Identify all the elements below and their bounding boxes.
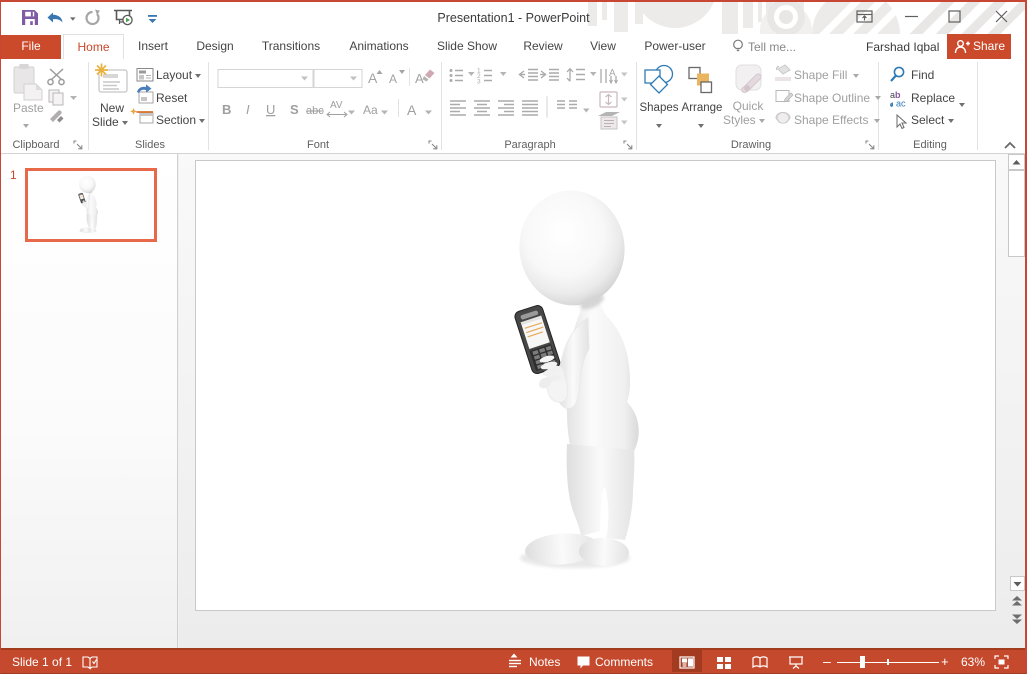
svg-text:Aa: Aa (363, 103, 378, 117)
svg-text:A: A (415, 71, 424, 86)
svg-text:B: B (222, 102, 231, 117)
svg-text:I: I (246, 102, 250, 117)
svg-text:S: S (290, 102, 299, 117)
svg-text:3: 3 (477, 79, 481, 86)
svg-text:A: A (389, 72, 397, 86)
svg-text:U: U (266, 102, 275, 117)
svg-text:AV: AV (330, 100, 343, 111)
svg-text:ac: ac (896, 99, 906, 109)
svg-text:A: A (609, 68, 616, 79)
svg-text:abc: abc (306, 105, 324, 117)
svg-text:A: A (368, 70, 378, 86)
svg-text:A: A (407, 102, 417, 118)
